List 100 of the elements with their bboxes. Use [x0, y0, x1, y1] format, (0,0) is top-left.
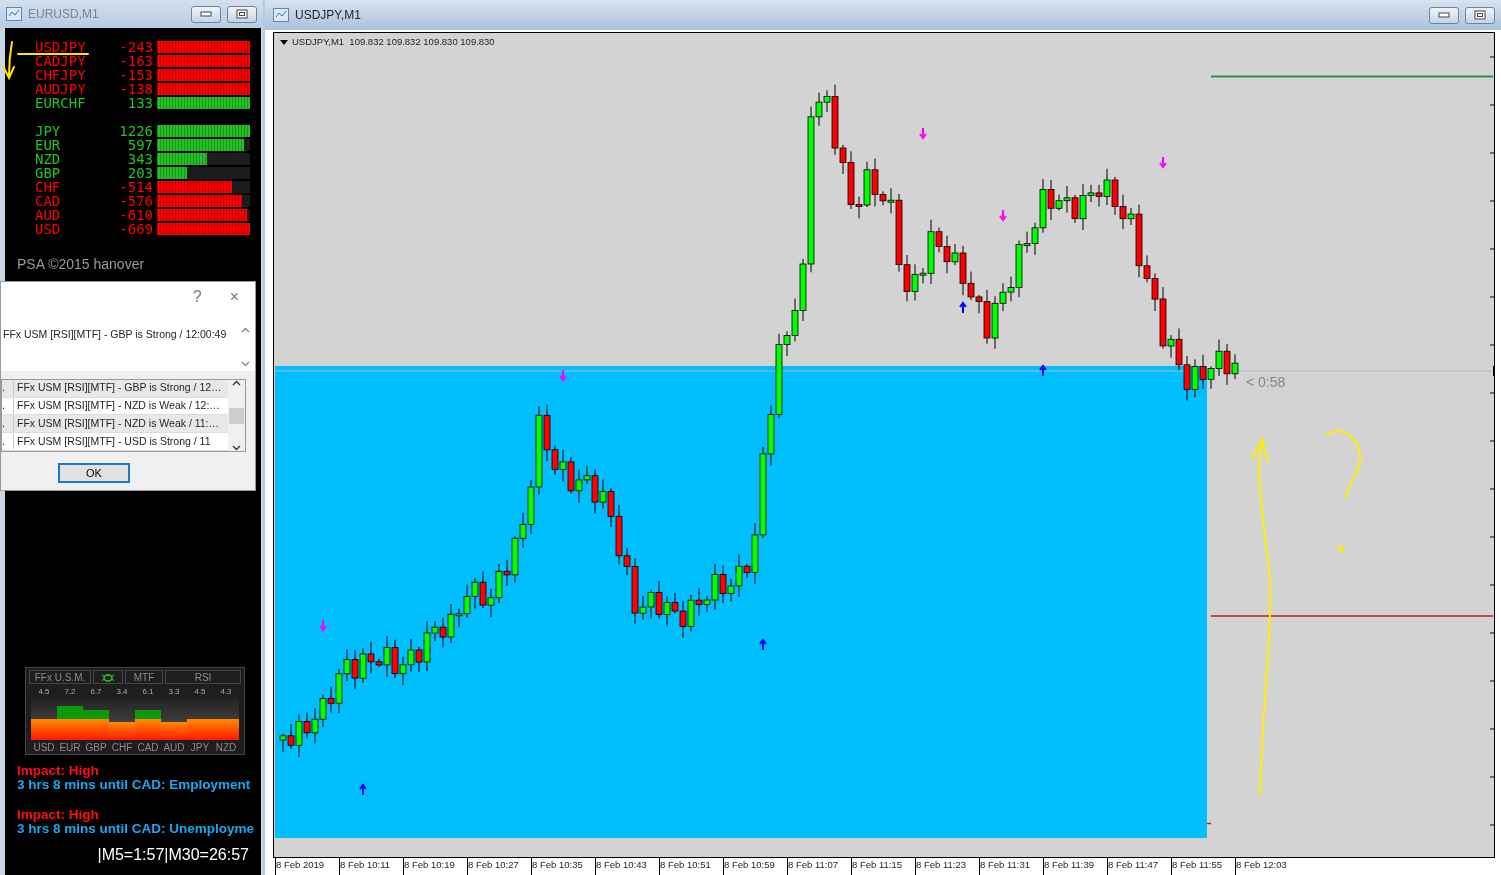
time-axis-label: 8 Feb 11:55	[1171, 858, 1235, 875]
dropdown-triangle-icon[interactable]	[280, 39, 288, 45]
down-arrow-icon	[919, 127, 927, 140]
impact-label: Impact: High	[17, 808, 99, 822]
strength-value: -610	[119, 207, 153, 223]
meter-bar	[187, 719, 213, 740]
up-arrow-icon	[959, 301, 967, 314]
time-axis-label: 8 Feb 11:07	[787, 858, 851, 875]
currency-label: CAD	[137, 741, 159, 753]
strength-value: -138	[119, 81, 153, 97]
chart-window-icon	[273, 8, 289, 22]
symbol-name: NZD	[35, 151, 61, 167]
strength-value: -153	[119, 67, 153, 83]
symbol-name: USD	[35, 221, 61, 237]
meter-value: 4.3	[220, 686, 232, 698]
up-arrow-icon	[759, 638, 767, 651]
meter-title: FFx U.S.M.	[29, 670, 91, 684]
chart-window-icon	[6, 7, 22, 21]
scroll-up-icon[interactable]	[232, 380, 241, 386]
restore-button[interactable]	[1465, 6, 1495, 24]
time-axis-label: 8 Feb 12:03	[1235, 858, 1299, 875]
time-axis-label: 8 Feb 11:47	[1107, 858, 1171, 875]
minimize-button[interactable]	[191, 5, 221, 23]
up-arrow-icon	[359, 783, 367, 796]
symbol-name: AUD	[35, 207, 61, 223]
currency-label: CHF	[111, 741, 133, 753]
meter-value: 4.5	[38, 686, 50, 698]
meter-value: 4.5	[194, 686, 206, 698]
scroll-down-icon[interactable]	[232, 445, 241, 451]
strength-value: -669	[119, 221, 153, 237]
bug-icon	[101, 672, 115, 682]
news-countdown: 3 hrs 8 mins until CAD: Employment	[17, 778, 251, 792]
currency-label: GBP	[85, 741, 107, 753]
minimize-button[interactable]	[1429, 6, 1459, 24]
symbol-name: CHFJPY	[35, 67, 86, 83]
meter-tab[interactable]: MTF	[125, 670, 163, 684]
countdown-text: < 0:58	[1246, 373, 1286, 392]
alert-text: FFx USM [RSI][MTF] - USD is Strong / 11	[16, 433, 211, 449]
minimize-icon	[1438, 12, 1450, 18]
time-axis-label: 8 Feb 11:31	[979, 858, 1043, 875]
meter-value: 3.4	[116, 686, 128, 698]
strength-value: 133	[127, 95, 153, 111]
impact-label: Impact: High	[17, 764, 99, 778]
window-title: EURUSD,M1	[28, 6, 100, 23]
down-arrow-icon	[999, 209, 1007, 222]
symbol-name: CADJPY	[35, 53, 86, 69]
time-axis-label: 8 Feb 10:27	[467, 858, 531, 875]
ok-button[interactable]: OK	[58, 463, 130, 483]
strength-value: 343	[127, 151, 153, 167]
meter-value: 6.1	[142, 686, 154, 698]
alert-row[interactable]: . FFx USM [RSI][MTF] - USD is Strong / 11	[2, 433, 228, 451]
meter-tab[interactable]: RSI	[165, 670, 241, 684]
alert-row[interactable]: . FFx USM [RSI][MTF] - GBP is Strong / 12…	[2, 380, 228, 398]
minimize-icon	[200, 11, 212, 17]
help-button[interactable]: ?	[192, 284, 202, 309]
down-arrow-icon	[559, 369, 567, 382]
strength-value: 597	[127, 137, 153, 153]
alert-text: FFx USM [RSI][MTF] - NZD is Weak / 12:…	[16, 398, 220, 414]
price-level-line	[1206, 822, 1212, 825]
currency-label: USD	[33, 741, 55, 753]
window-title: USDJPY,M1	[295, 7, 362, 24]
strength-value: -163	[119, 53, 153, 69]
restore-icon	[236, 9, 248, 19]
symbol-name: CHF	[35, 179, 61, 195]
currency-label: JPY	[190, 741, 210, 753]
symbol-name: CAD	[35, 193, 61, 209]
close-button[interactable]: ×	[229, 284, 239, 309]
alert-row[interactable]: . FFx USM [RSI][MTF] - NZD is Weak / 11:…	[2, 415, 228, 434]
alert-text: FFx USM [RSI][MTF] - GBP is Strong / 12…	[16, 380, 222, 396]
alert-message: FFx USM [RSI][MTF] - GBP is Strong / 12:00:49	[3, 327, 228, 342]
currency-label: EUR	[59, 741, 81, 753]
alert-text: FFx USM [RSI][MTF] - NZD is Weak / 11:…	[16, 415, 220, 431]
meter-value: 6.7	[90, 686, 102, 698]
down-arrow-icon	[1159, 156, 1167, 169]
time-axis-label: 8 Feb 10:59	[723, 858, 787, 875]
strength-value: 203	[127, 165, 153, 181]
restore-icon	[1474, 10, 1486, 20]
time-axis-label: 8 Feb 10:35	[531, 858, 595, 875]
down-arrow-icon	[319, 619, 327, 632]
symbol-name: GBP	[35, 165, 61, 181]
symbol-name: EUR	[35, 137, 61, 153]
symbol-name: AUDJPY	[35, 81, 86, 97]
symbol-name: USDJPY	[35, 39, 86, 55]
strength-value: -576	[119, 193, 153, 209]
strength-value: -514	[119, 179, 153, 195]
time-axis-label: 8 Feb 10:51	[659, 858, 723, 875]
time-axis-label: 8 Feb 2019	[275, 858, 339, 875]
news-countdown: 3 hrs 8 mins until CAD: Unemployme	[17, 822, 255, 836]
meter-value: 7.2	[64, 686, 76, 698]
time-axis-label: 8 Feb 11:23	[915, 858, 979, 875]
time-axis-label: 8 Feb 11:15	[851, 858, 915, 875]
restore-button[interactable]	[227, 5, 257, 23]
time-axis-label: 8 Feb 11:39	[1043, 858, 1107, 875]
symbol-name: EURCHF	[35, 95, 86, 111]
currency-label: NZD	[215, 741, 237, 753]
scrollbar-thumb[interactable]	[229, 407, 244, 424]
timer-text: |M5=1:57|M30=26:57	[97, 845, 249, 865]
copyright-text: PSA ©2015 hanover	[17, 256, 145, 272]
meter-bar	[213, 719, 239, 740]
chart-header: USDJPY,M1 109.832 109.832 109.830 109.830	[292, 35, 495, 49]
